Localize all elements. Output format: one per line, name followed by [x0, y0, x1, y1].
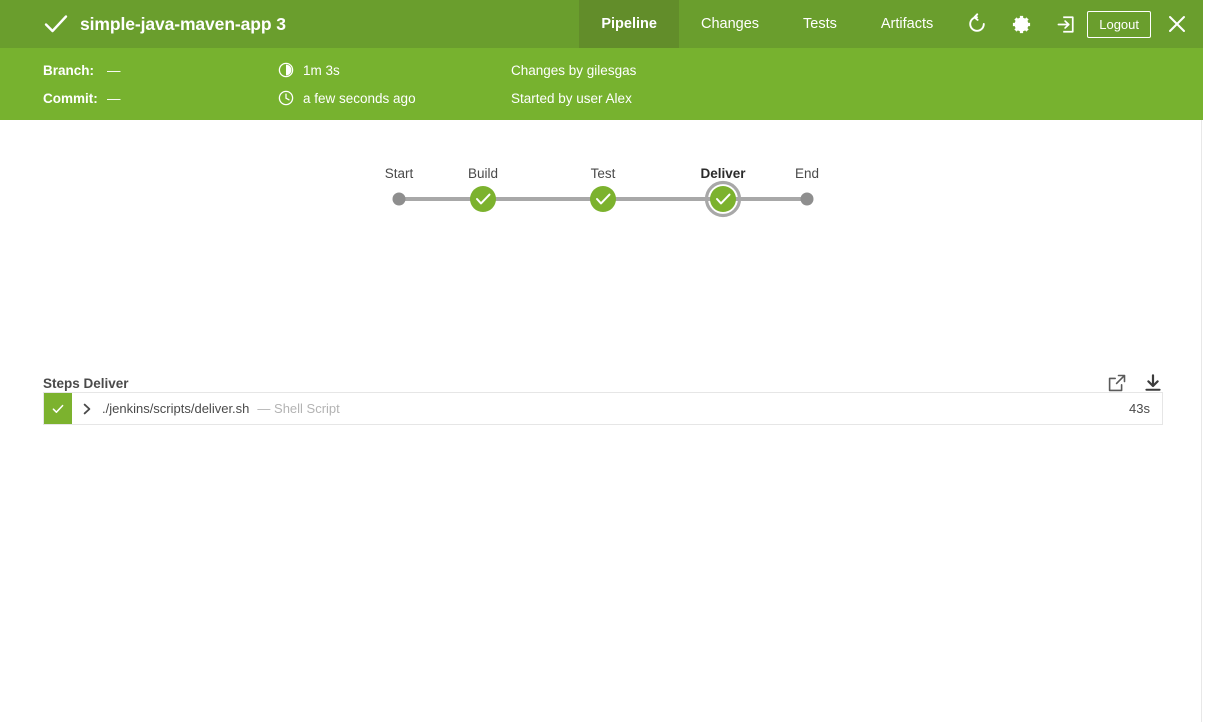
duration-value: 1m 3s: [303, 63, 340, 78]
rerun-icon[interactable]: [955, 0, 999, 48]
duration-row: 1m 3s: [278, 56, 416, 84]
commit-row: Commit: —: [43, 84, 121, 112]
time-row: a few seconds ago: [278, 84, 416, 112]
duration-icon: [278, 62, 294, 78]
blue-ocean-run-details: simple-java-maven-app 3 Pipeline Changes…: [0, 0, 1206, 722]
close-icon[interactable]: [1151, 0, 1203, 48]
run-meta-col-timing: 1m 3s a few seconds ago: [278, 48, 416, 120]
pipeline-node-deliver: [707, 183, 740, 216]
check-icon: [51, 402, 65, 416]
pipeline-label-build[interactable]: Build: [468, 166, 498, 181]
pipeline-node-test: [590, 186, 616, 212]
page-title: simple-java-maven-app 3: [80, 14, 286, 35]
commit-label: Commit:: [43, 91, 107, 106]
tab-tests[interactable]: Tests: [781, 0, 859, 48]
run-header-left: simple-java-maven-app 3: [0, 0, 579, 48]
pipeline-node-end: [801, 193, 814, 206]
download-icon[interactable]: [1143, 373, 1163, 393]
open-in-new-icon[interactable]: [1107, 373, 1127, 393]
step-status-indicator: [44, 393, 72, 424]
clock-icon: [278, 90, 294, 106]
run-meta-bar: Branch: — Commit: — 1m 3s a: [0, 48, 1203, 120]
pipeline-label-deliver[interactable]: Deliver: [700, 166, 745, 181]
tab-pipeline[interactable]: Pipeline: [579, 0, 679, 48]
pipeline-label-end[interactable]: End: [795, 166, 819, 181]
step-label: ./jenkins/scripts/deliver.sh — Shell Scr…: [102, 393, 1129, 424]
step-duration: 43s: [1129, 393, 1162, 424]
steps-title: Steps Deliver: [43, 376, 129, 391]
chevron-right-icon[interactable]: [72, 393, 102, 424]
logout-arrow-icon[interactable]: [1043, 0, 1087, 48]
gear-icon[interactable]: [999, 0, 1043, 48]
step-type: — Shell Script: [257, 401, 339, 416]
started-by-row: Started by user Alex: [511, 84, 636, 112]
pipeline-label-start[interactable]: Start: [385, 166, 414, 181]
commit-value: —: [107, 91, 121, 106]
branch-row: Branch: —: [43, 56, 121, 84]
steps-actions: [1107, 373, 1163, 393]
pipeline-content: Start Build Test Deliver End Steps Deliv…: [0, 120, 1202, 722]
table-row[interactable]: ./jenkins/scripts/deliver.sh — Shell Scr…: [43, 392, 1163, 425]
time-value: a few seconds ago: [303, 91, 416, 106]
run-header-right: Pipeline Changes Tests Artifacts: [579, 0, 1203, 48]
branch-label: Branch:: [43, 63, 107, 78]
run-meta-col-people: Changes by gilesgas Started by user Alex: [511, 48, 636, 120]
run-meta-col-source: Branch: — Commit: —: [43, 48, 121, 120]
pipeline-label-test[interactable]: Test: [591, 166, 616, 181]
pipeline-node-build: [470, 186, 496, 212]
logout-button[interactable]: Logout: [1087, 11, 1151, 38]
run-header: simple-java-maven-app 3 Pipeline Changes…: [0, 0, 1203, 48]
changes-by-row: Changes by gilesgas: [511, 56, 636, 84]
tab-artifacts[interactable]: Artifacts: [859, 0, 955, 48]
branch-value: —: [107, 63, 121, 78]
step-name: ./jenkins/scripts/deliver.sh: [102, 401, 249, 416]
run-status-check-icon: [43, 11, 69, 37]
pipeline-node-start: [393, 193, 406, 206]
tab-changes[interactable]: Changes: [679, 0, 781, 48]
pipeline-graph: Start Build Test Deliver End: [0, 120, 1202, 240]
